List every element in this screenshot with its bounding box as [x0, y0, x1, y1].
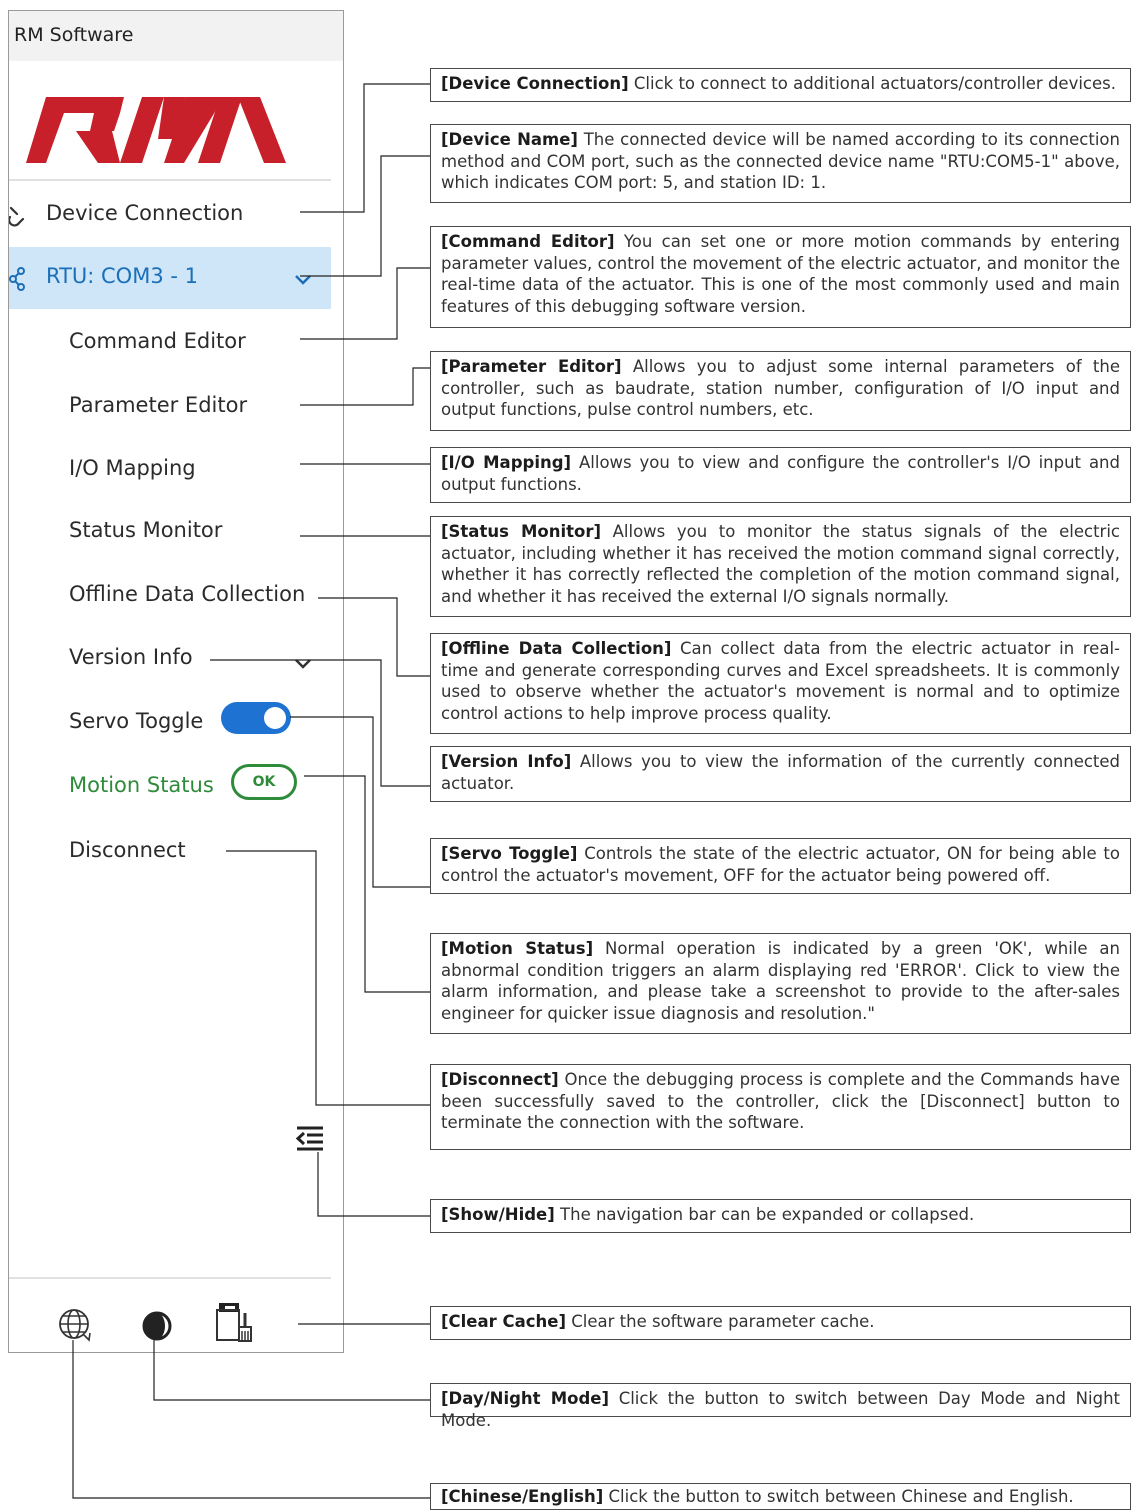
callout-tag: [Disconnect]	[441, 1070, 559, 1089]
callout-tag: [Version Info]	[441, 752, 572, 771]
callout-tag: [Clear Cache]	[441, 1312, 567, 1331]
callout-show-hide: [Show/Hide] The navigation bar can be ex…	[430, 1199, 1131, 1233]
callout-parameter-editor: [Parameter Editor] Allows you to adjust …	[430, 351, 1131, 431]
callout-clear-cache: [Clear Cache] Clear the software paramet…	[430, 1306, 1131, 1340]
callout-text: Clear the software parameter cache.	[566, 1312, 875, 1331]
callout-status-monitor: [Status Monitor] Allows you to monitor t…	[430, 516, 1131, 617]
callout-io-mapping: [I/O Mapping] Allows you to view and con…	[430, 447, 1131, 503]
callout-version-info: [Version Info] Allows you to view the in…	[430, 746, 1131, 802]
callout-tag: [Chinese/English]	[441, 1487, 604, 1506]
callout-tag: [Status Monitor]	[441, 522, 602, 541]
callout-text: The navigation bar can be expanded or co…	[554, 1205, 975, 1224]
callout-device-name: [Device Name] The connected device will …	[430, 124, 1131, 203]
callout-tag: [Command Editor]	[441, 232, 615, 251]
callout-offline-data: [Offline Data Collection] Can collect da…	[430, 633, 1131, 734]
callout-text: Click to connect to additional actuators…	[628, 74, 1116, 93]
callout-tag: [Show/Hide]	[441, 1205, 555, 1224]
callout-tag: [Device Connection]	[441, 74, 629, 93]
callout-tag: [Device Name]	[441, 130, 578, 149]
callout-tag: [I/O Mapping]	[441, 453, 572, 472]
callout-device-connection: [Device Connection] Click to connect to …	[430, 68, 1131, 102]
callout-command-editor: [Command Editor] You can set one or more…	[430, 226, 1131, 328]
callout-tag: [Day/Night Mode]	[441, 1389, 610, 1408]
callout-servo-toggle: [Servo Toggle] Controls the state of the…	[430, 838, 1131, 894]
callout-tag: [Servo Toggle]	[441, 844, 578, 863]
callout-day-night: [Day/Night Mode] Click the button to swi…	[430, 1383, 1131, 1430]
callout-tag: [Parameter Editor]	[441, 357, 622, 376]
callout-tag: [Offline Data Collection]	[441, 639, 672, 658]
callout-motion-status: [Motion Status] Normal operation is indi…	[430, 933, 1131, 1034]
callout-tag: [Motion Status]	[441, 939, 594, 958]
callout-language: [Chinese/English] Click the button to sw…	[430, 1483, 1131, 1510]
callout-text: Click the button to switch between Chine…	[603, 1487, 1074, 1506]
callout-disconnect: [Disconnect] Once the debugging process …	[430, 1064, 1131, 1150]
